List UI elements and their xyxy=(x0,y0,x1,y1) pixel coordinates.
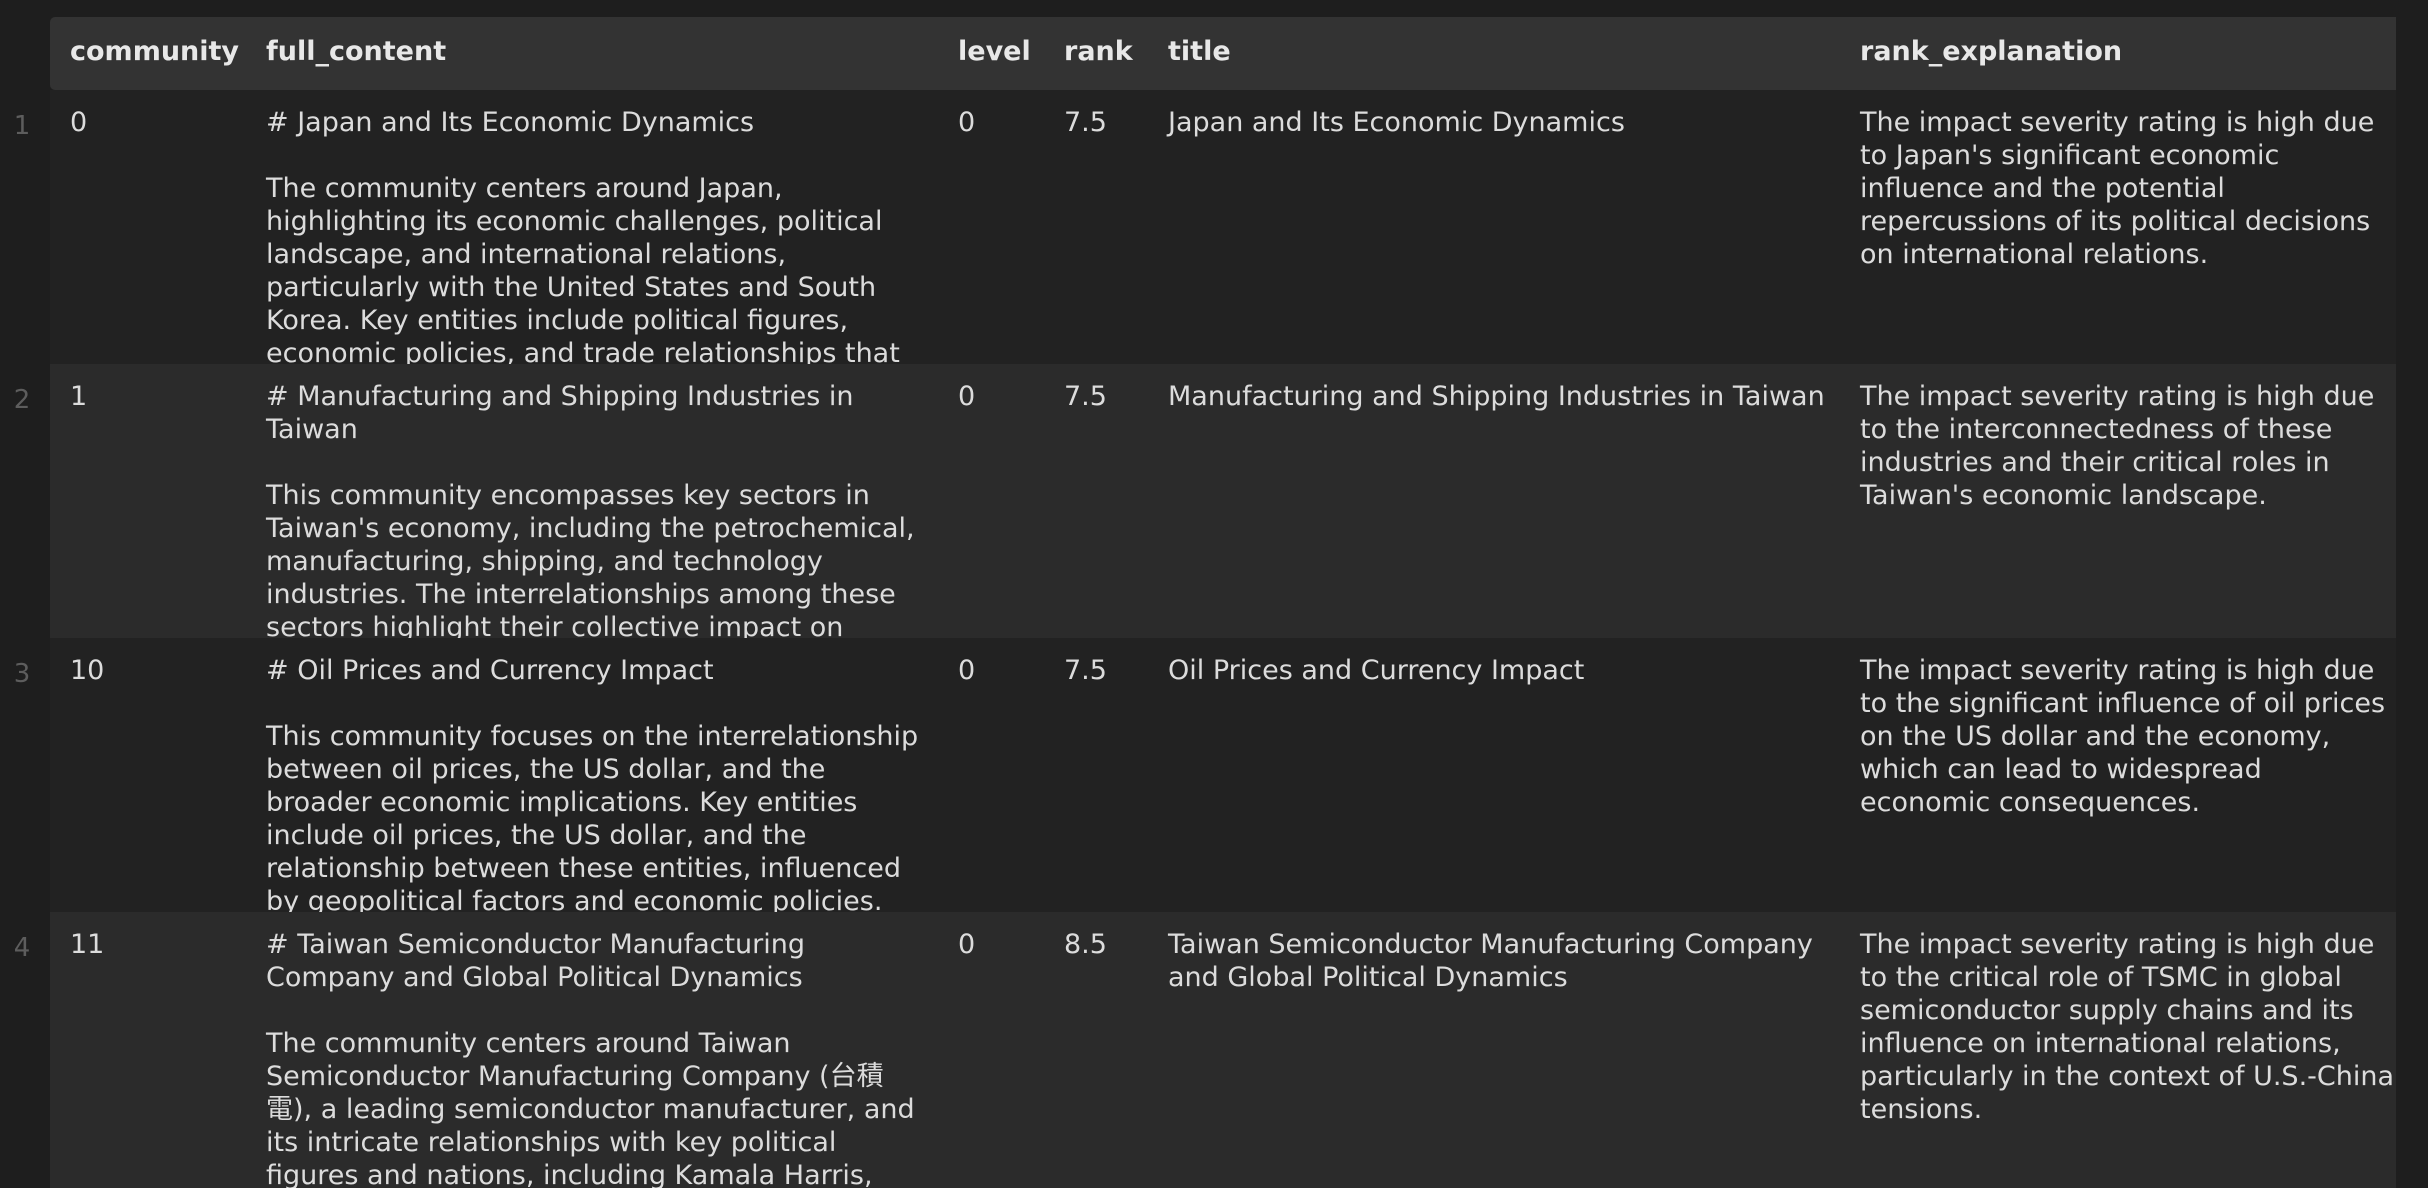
table-row[interactable]: 11 # Taiwan Semiconductor Manufacturing … xyxy=(50,912,2428,1188)
row-number: 2 xyxy=(13,385,31,415)
column-header-community[interactable]: community xyxy=(70,36,240,67)
content-body: This community focuses on the interrelat… xyxy=(266,721,919,912)
cell-level: 0 xyxy=(958,929,976,960)
cell-full-content: # Oil Prices and Currency Impact This co… xyxy=(266,654,926,912)
cell-title: Taiwan Semiconductor Manufacturing Compa… xyxy=(1168,929,1813,993)
column-header-full-content[interactable]: full_content xyxy=(266,36,926,67)
cell-rank: 7.5 xyxy=(1064,381,1107,412)
data-table: community full_content level rank title … xyxy=(50,17,2428,1188)
cell-community: 11 xyxy=(70,929,105,960)
cell-rank: 8.5 xyxy=(1064,929,1107,960)
cell-full-content: # Taiwan Semiconductor Manufacturing Com… xyxy=(266,928,926,1188)
column-header-rank[interactable]: rank xyxy=(1064,36,1144,67)
cell-community: 10 xyxy=(70,655,105,686)
cell-title: Japan and Its Economic Dynamics xyxy=(1168,107,1625,138)
table-row[interactable]: 0 # Japan and Its Economic Dynamics The … xyxy=(50,90,2428,364)
table-row[interactable]: 1 # Manufacturing and Shipping Industrie… xyxy=(50,364,2428,638)
column-header-rank-explanation[interactable]: rank_explanation xyxy=(1860,36,2396,67)
viewport-edge xyxy=(2396,0,2428,1188)
dataframe-viewer: 1 2 3 4 community full_content level ran… xyxy=(0,0,2428,1188)
cell-full-content: # Manufacturing and Shipping Industries … xyxy=(266,380,926,638)
cell-rank-explanation: The impact severity rating is high due t… xyxy=(1860,381,2375,511)
cell-level: 0 xyxy=(958,381,976,412)
cell-community: 1 xyxy=(70,381,88,412)
content-heading: # Taiwan Semiconductor Manufacturing Com… xyxy=(266,929,806,993)
cell-rank-explanation: The impact severity rating is high due t… xyxy=(1860,655,2386,818)
cell-title: Oil Prices and Currency Impact xyxy=(1168,655,1585,686)
content-heading: # Japan and Its Economic Dynamics xyxy=(266,107,755,138)
content-body: The community centers around Taiwan Semi… xyxy=(266,1028,915,1188)
cell-title: Manufacturing and Shipping Industries in… xyxy=(1168,381,1825,412)
content-body: This community encompasses key sectors i… xyxy=(266,480,915,638)
cell-rank-explanation: The impact severity rating is high due t… xyxy=(1860,929,2395,1125)
row-number: 3 xyxy=(13,659,31,689)
cell-rank: 7.5 xyxy=(1064,107,1107,138)
row-number: 1 xyxy=(13,111,31,141)
cell-rank-explanation: The impact severity rating is high due t… xyxy=(1860,107,2375,270)
row-number-gutter: 1 2 3 4 xyxy=(0,0,50,1188)
cell-level: 0 xyxy=(958,655,976,686)
content-heading: # Manufacturing and Shipping Industries … xyxy=(266,381,854,445)
cell-rank: 7.5 xyxy=(1064,655,1107,686)
row-number: 4 xyxy=(13,933,31,963)
table-header: community full_content level rank title … xyxy=(50,17,2428,90)
column-header-level[interactable]: level xyxy=(958,36,1031,67)
content-heading: # Oil Prices and Currency Impact xyxy=(266,655,714,686)
cell-level: 0 xyxy=(958,107,976,138)
column-header-title[interactable]: title xyxy=(1168,36,1828,67)
cell-community: 0 xyxy=(70,107,88,138)
table-row[interactable]: 10 # Oil Prices and Currency Impact This… xyxy=(50,638,2428,912)
content-body: The community centers around Japan, high… xyxy=(266,173,900,364)
cell-full-content: # Japan and Its Economic Dynamics The co… xyxy=(266,106,926,364)
